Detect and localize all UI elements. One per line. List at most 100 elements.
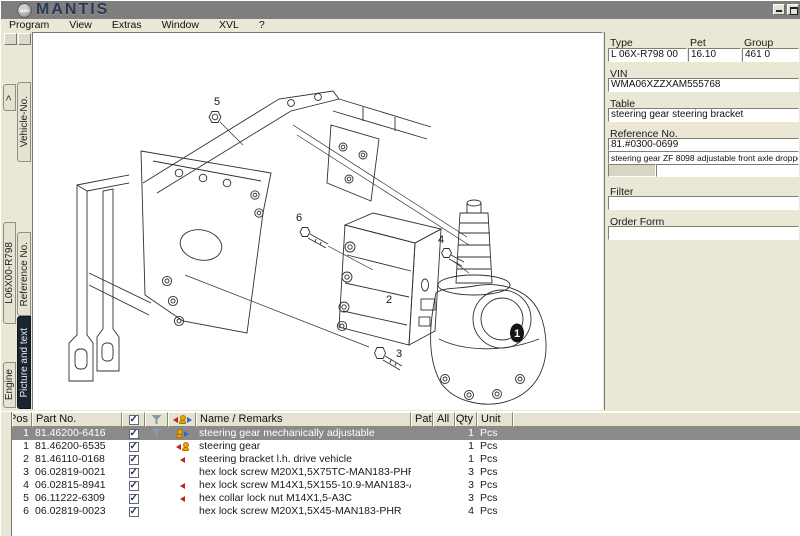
header-pat[interactable]: Pat xyxy=(411,412,433,427)
row-name: steering gear xyxy=(196,440,411,453)
header-pos-label: Pos xyxy=(12,413,28,426)
table-row[interactable]: 1 81.46200-6535 steering gear 1 Pcs xyxy=(12,440,800,453)
row-checkbox-checked-icon[interactable] xyxy=(129,442,139,452)
callout-5[interactable]: 5 xyxy=(214,96,220,108)
header-filter[interactable] xyxy=(145,412,168,427)
row-name: hex lock screw M20X1,5X75TC-MAN183-PHR xyxy=(196,466,411,479)
picture-area[interactable]: 5 6 4 2 3 1 xyxy=(32,32,603,410)
table-row[interactable]: 5 06.11222-6309 hex collar lock nut M14X… xyxy=(12,492,800,505)
sidebar-tab-expand-label: > xyxy=(4,95,15,101)
vin-field[interactable]: WMA06XZZXAM555768 xyxy=(608,78,799,92)
row-checkbox-checked-icon[interactable] xyxy=(129,481,139,491)
row-part-no: 06.02815-8941 xyxy=(32,479,122,492)
man-logo-icon: MAN xyxy=(17,3,32,18)
table-row[interactable]: 3 06.02819-0021 hex lock screw M20X1,5X7… xyxy=(12,466,800,479)
reference-aux-field[interactable] xyxy=(656,164,799,177)
row-checkbox-checked-icon[interactable] xyxy=(129,429,139,439)
table-row[interactable]: 1 81.46200-6416 steering gear mechanical… xyxy=(12,427,800,440)
sidebar-tab-reference-no-label: Reference No. xyxy=(19,242,30,306)
sidebar: > L06X00-R798 Engine Vehicle-No. Referen… xyxy=(1,32,32,410)
parts-table-header: Pos Part No. Name / Remarks Pat All Qty … xyxy=(12,412,800,427)
sidebar-tab-picture-and-text[interactable]: Picture and text xyxy=(17,316,31,409)
maximize-icon xyxy=(790,7,798,15)
row-checkbox-checked-icon[interactable] xyxy=(129,494,139,504)
row-part-no: 06.02819-0021 xyxy=(32,466,122,479)
row-part-no: 81.46200-6535 xyxy=(32,440,122,453)
sidebar-tab-vehicle-no[interactable]: Vehicle-No. xyxy=(17,82,31,162)
table-field[interactable]: steering gear steering bracket xyxy=(608,108,799,122)
row-unit: Pcs xyxy=(477,453,513,466)
header-part-no[interactable]: Part No. xyxy=(32,412,122,427)
callout-2[interactable]: 2 xyxy=(386,294,392,306)
row-name: hex collar lock nut M14X1,5-A3C xyxy=(196,492,411,505)
toolbar-button-2[interactable] xyxy=(18,33,31,45)
row-all xyxy=(433,505,455,518)
header-qty[interactable]: Qty xyxy=(455,412,477,427)
row-pat xyxy=(411,492,433,505)
row-part-no: 81.46200-6416 xyxy=(32,427,122,440)
sidebar-tab-expand[interactable]: > xyxy=(3,84,16,111)
group-field[interactable]: 461 0 xyxy=(742,48,799,62)
sidebar-tab-vehicle-no-label: Vehicle-No. xyxy=(19,96,30,147)
table-row[interactable]: 2 81.46110-0168 steering bracket l.h. dr… xyxy=(12,453,800,466)
header-pos[interactable]: Pos xyxy=(12,412,32,427)
row-all xyxy=(433,440,455,453)
minimize-button[interactable] xyxy=(773,4,785,15)
reference-description-field[interactable]: steering gear ZF 8098 adjustable front a… xyxy=(608,151,799,164)
row-pat xyxy=(411,479,433,492)
row-part-no: 06.11222-6309 xyxy=(32,492,122,505)
callout-6[interactable]: 6 xyxy=(296,212,302,224)
row-checkbox-checked-icon[interactable] xyxy=(129,507,139,517)
menu-xvl[interactable]: XVL xyxy=(209,19,249,32)
exploded-view-drawing: 5 6 4 2 3 1 xyxy=(33,33,602,409)
maximize-button[interactable] xyxy=(787,4,799,15)
row-pos: 2 xyxy=(12,453,32,466)
row-pat xyxy=(411,427,433,440)
header-all[interactable]: All xyxy=(433,412,455,427)
type-field[interactable]: L 06X-R798 00 xyxy=(608,48,687,62)
row-pos: 6 xyxy=(12,505,32,518)
menu-window[interactable]: Window xyxy=(152,19,209,32)
row-pos: 1 xyxy=(12,440,32,453)
person-icon xyxy=(179,415,186,424)
mantis-window: MAN MANTIS Program View Extras Window XV… xyxy=(0,0,800,536)
red-left-arrow-icon xyxy=(173,417,178,423)
sidebar-tab-l06x00-r798[interactable]: L06X00-R798 xyxy=(3,222,16,324)
sidebar-tab-reference-no[interactable]: Reference No. xyxy=(17,232,31,316)
table-row[interactable]: 4 06.02815-8941 hex lock screw M14X1,5X1… xyxy=(12,479,800,492)
menu-view[interactable]: View xyxy=(59,19,102,32)
row-checkbox-checked-icon[interactable] xyxy=(129,468,139,478)
callout-3[interactable]: 3 xyxy=(396,348,402,360)
callout-1[interactable]: 1 xyxy=(514,328,520,340)
row-all xyxy=(433,453,455,466)
row-pos: 1 xyxy=(12,427,32,440)
pet-field[interactable]: 16.10 xyxy=(688,48,741,62)
header-unit[interactable]: Unit xyxy=(477,412,513,427)
row-checkbox-checked-icon[interactable] xyxy=(129,455,139,465)
header-filler xyxy=(513,412,800,427)
header-name-remarks[interactable]: Name / Remarks xyxy=(196,412,411,427)
row-qty: 4 xyxy=(455,505,477,518)
callout-4[interactable]: 4 xyxy=(438,234,444,246)
menu-help[interactable]: ? xyxy=(249,19,275,32)
menu-program[interactable]: Program xyxy=(1,19,59,32)
menu-extras[interactable]: Extras xyxy=(102,19,152,32)
reference-no-field[interactable]: 81.#0300-0699 xyxy=(608,138,799,151)
header-name-remarks-label: Name / Remarks xyxy=(200,413,283,426)
parts-table: Pos Part No. Name / Remarks Pat All Qty … xyxy=(1,411,800,536)
app-title: MANTIS xyxy=(36,1,109,19)
row-pos: 4 xyxy=(12,479,32,492)
table-row[interactable]: 6 06.02819-0023 hex lock screw M20X1,5X4… xyxy=(12,505,800,518)
header-marker[interactable] xyxy=(168,412,196,427)
order-form-input[interactable] xyxy=(608,226,799,240)
parts-table-gutter xyxy=(1,412,12,536)
row-filter-funnel-icon xyxy=(152,429,162,438)
row-name: hex lock screw M20X1,5X45-MAN183-PHR xyxy=(196,505,411,518)
minimize-icon xyxy=(776,10,782,12)
filter-input[interactable] xyxy=(608,196,799,210)
sidebar-tab-engine[interactable]: Engine xyxy=(3,362,16,408)
header-all-label: All xyxy=(437,413,449,426)
toolbar-button-1[interactable] xyxy=(4,33,17,45)
header-checkbox[interactable] xyxy=(122,412,145,427)
row-unit: Pcs xyxy=(477,479,513,492)
